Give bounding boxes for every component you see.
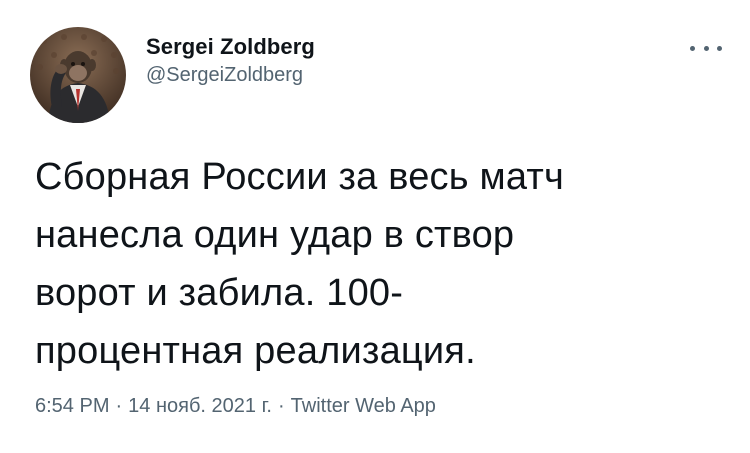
tweet-metadata: 6:54 PM · 14 нояб. 2021 г. · Twitter Web App: [35, 393, 436, 419]
more-options-icon[interactable]: [690, 38, 722, 58]
tweet-time[interactable]: 6:54 PM: [35, 395, 109, 417]
more-dot: [703, 45, 709, 51]
author-block[interactable]: Sergei Zoldberg @SergeiZoldberg: [146, 34, 315, 87]
more-dot: [690, 45, 695, 51]
tweet-text: Сборная России за весь матч нанесла один…: [35, 156, 564, 372]
avatar-image: [30, 27, 126, 123]
more-dot: [717, 45, 722, 51]
meta-separator: ·: [277, 395, 285, 417]
author-display-name[interactable]: Sergei Zoldberg: [146, 34, 315, 60]
profile-avatar[interactable]: [30, 27, 126, 123]
tweet-source[interactable]: Twitter Web App: [291, 395, 436, 417]
tweet-date[interactable]: 14 нояб. 2021 г.: [128, 395, 272, 417]
meta-separator: ·: [115, 395, 123, 417]
author-handle[interactable]: @SergeiZoldberg: [146, 63, 315, 87]
tweet-card: Sergei Zoldberg @SergeiZoldberg Сборная …: [0, 0, 750, 453]
